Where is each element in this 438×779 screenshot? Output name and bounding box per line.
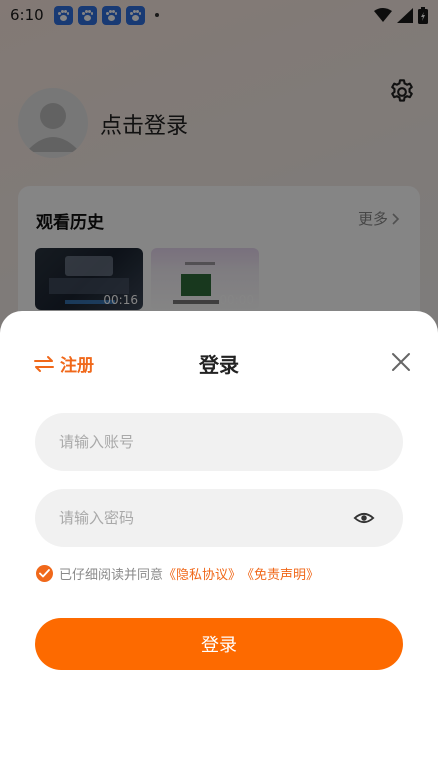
account-input[interactable] bbox=[59, 433, 379, 451]
account-field[interactable] bbox=[35, 413, 403, 471]
login-sheet: 注册 登录 已仔细阅读并同意 《隐私协议》 《免责声明》 登录 bbox=[0, 311, 438, 779]
password-field[interactable] bbox=[35, 489, 403, 547]
agreement-row: 已仔细阅读并同意 《隐私协议》 《免责声明》 bbox=[36, 564, 319, 583]
agreement-text: 已仔细阅读并同意 bbox=[59, 568, 164, 583]
agreement-checkbox[interactable] bbox=[36, 565, 53, 582]
disclaimer-link[interactable]: 《免责声明》 bbox=[241, 564, 319, 583]
password-input[interactable] bbox=[59, 509, 345, 527]
check-icon bbox=[39, 569, 50, 578]
eye-icon[interactable] bbox=[353, 507, 375, 529]
sheet-title: 登录 bbox=[199, 353, 239, 377]
close-icon[interactable] bbox=[391, 352, 411, 372]
login-button[interactable]: 登录 bbox=[35, 618, 403, 670]
privacy-policy-link[interactable]: 《隐私协议》 bbox=[163, 564, 241, 583]
